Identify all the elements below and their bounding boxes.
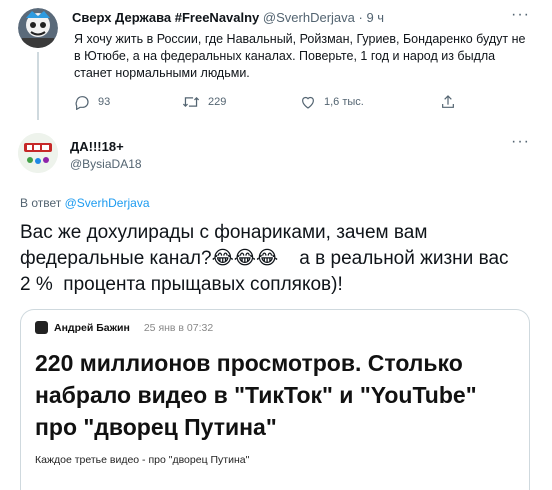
image-headline: 220 миллионов просмотров. Столько набрал… <box>35 350 477 440</box>
parent-time[interactable]: 9 ч <box>366 10 384 25</box>
parent-more-icon[interactable]: ··· <box>511 6 530 24</box>
parent-handle[interactable]: @SverhDerjava <box>263 10 355 25</box>
parent-tweet[interactable]: Сверх Держава #FreeNavalny @SverhDerjava… <box>0 0 552 124</box>
like-button[interactable]: 1,6 тыс. <box>300 94 364 110</box>
reply-more-icon[interactable]: ··· <box>511 133 530 151</box>
share-button[interactable] <box>440 94 456 110</box>
replying-to: В ответ @SverhDerjava <box>20 196 150 210</box>
reply-button[interactable]: 93 <box>74 94 110 110</box>
thread-connector-line <box>37 52 39 120</box>
header-separator: · <box>354 10 367 25</box>
parent-tweet-text: Я хочу жить в России, где Навальный, Рой… <box>74 32 526 80</box>
reply-icon <box>74 94 90 110</box>
share-icon <box>440 94 456 110</box>
reply-count: 93 <box>98 96 111 108</box>
like-count: 1,6 тыс. <box>324 96 364 108</box>
reply-avatar[interactable] <box>18 133 58 173</box>
reply-display-name[interactable]: ДА!!!18+ <box>70 139 124 154</box>
parent-display-name[interactable]: Сверх Держава #FreeNavalny <box>72 10 259 25</box>
replying-to-label: В ответ <box>20 196 62 210</box>
source-logo-icon <box>35 321 48 334</box>
parent-tweet-header: Сверх Держава #FreeNavalny @SverhDerjava… <box>72 10 384 25</box>
heart-icon <box>300 94 316 110</box>
image-caption: Каждое третье видео - про "дворец Путина… <box>35 454 250 466</box>
reply-tweet-text: Вас же дохулирады с фонариками, зачем ва… <box>20 220 520 298</box>
retweet-button[interactable]: 229 <box>182 94 226 110</box>
image-post-header: Андрей Бажин 25 янв в 07:32 <box>35 321 213 334</box>
replying-to-handle-link[interactable]: @SverhDerjava <box>65 196 150 210</box>
laughing-emoji-icon: 😂😂😂 <box>211 248 279 269</box>
image-date: 25 янв в 07:32 <box>143 321 214 334</box>
attached-image[interactable]: Андрей Бажин 25 янв в 07:32 220 миллионо… <box>20 309 530 490</box>
reply-handle[interactable]: @BysiaDA18 <box>70 157 142 171</box>
parent-avatar[interactable] <box>18 8 58 48</box>
image-author: Андрей Бажин <box>54 321 130 334</box>
retweet-count: 229 <box>208 96 227 108</box>
parent-action-bar: 93 229 1,6 тыс. <box>74 94 474 112</box>
retweet-icon <box>182 94 200 110</box>
